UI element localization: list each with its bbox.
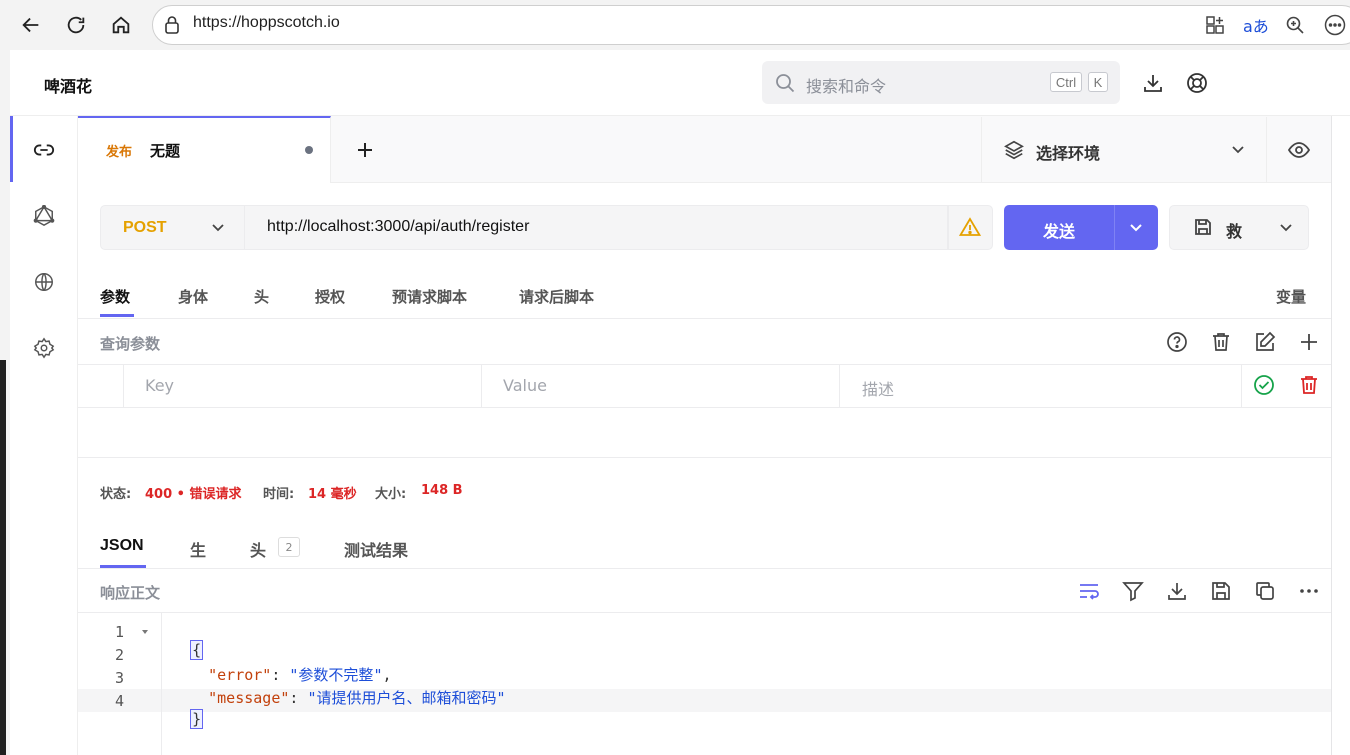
more-icon[interactable] [1324, 14, 1346, 36]
json-key: "message" [208, 689, 290, 707]
line-number: 4 [114, 692, 124, 710]
tab-name: 无题 [150, 142, 181, 160]
send-divider [1114, 205, 1115, 250]
status-value: 400 • 错误请求 [145, 487, 242, 502]
kbd-k: K [1088, 72, 1108, 92]
zoom-icon[interactable] [1285, 15, 1305, 35]
query-params-title: 查询参数 [100, 335, 161, 353]
download-icon[interactable] [1142, 72, 1164, 94]
unsaved-dot-icon[interactable] [305, 146, 313, 154]
status-label: 状态: [100, 487, 132, 502]
tab-pre-request-script[interactable]: 预请求脚本 [392, 286, 467, 307]
divider [78, 568, 1332, 569]
param-value-input[interactable]: Value [503, 376, 547, 395]
url-input-value[interactable]: http://localhost:3000/api/auth/register [267, 218, 529, 236]
tab-response-headers[interactable]: 头 [250, 537, 266, 561]
help-icon[interactable] [1166, 331, 1188, 353]
environment-label[interactable]: 选择环境 [1036, 140, 1100, 164]
save-options-chevron-icon[interactable] [1278, 221, 1294, 235]
graphql-icon[interactable] [31, 203, 57, 229]
size-value: 148 B [421, 483, 463, 498]
delete-row-icon[interactable] [1298, 374, 1320, 396]
warning-icon[interactable] [959, 217, 981, 237]
fold-arrow-icon[interactable] [140, 628, 150, 636]
save-response-icon[interactable] [1210, 580, 1232, 602]
cell-divider [839, 364, 840, 408]
copy-icon[interactable] [1254, 580, 1276, 602]
new-tab-plus-icon[interactable] [355, 140, 375, 160]
tab-body[interactable]: 身体 [178, 286, 208, 307]
more-options-icon[interactable] [1298, 580, 1320, 602]
tab-json[interactable]: JSON [100, 537, 144, 555]
send-options-chevron-icon[interactable] [1128, 221, 1144, 235]
chevron-down-icon[interactable] [1230, 143, 1246, 157]
save-label[interactable]: 救 [1226, 218, 1242, 242]
method-value[interactable]: POST [123, 219, 167, 237]
json-string: "请提供用户名、邮箱和密码" [307, 689, 506, 707]
tab-method-tag: 发布 [106, 145, 133, 160]
translate-icon[interactable]: aあ [1243, 13, 1269, 37]
add-param-icon[interactable] [1298, 331, 1320, 353]
active-tab-underline [100, 314, 134, 317]
time-value: 14 毫秒 [308, 487, 357, 502]
link-icon[interactable] [31, 137, 57, 163]
app-title: 啤酒花 [44, 77, 93, 96]
close-brace: } [190, 709, 204, 729]
eye-icon[interactable] [1287, 139, 1311, 161]
tab-variables[interactable]: 变量 [1276, 286, 1306, 307]
bulk-edit-icon[interactable] [1254, 331, 1276, 353]
download-response-icon[interactable] [1166, 580, 1188, 602]
divider [78, 612, 1332, 613]
settings-icon[interactable] [31, 335, 57, 361]
home-icon[interactable] [106, 10, 136, 40]
param-row [78, 364, 1332, 408]
param-description-input[interactable]: 描述 [862, 376, 894, 400]
search-icon [775, 73, 795, 93]
tab-params[interactable]: 参数 [100, 286, 130, 307]
divider [78, 457, 1332, 458]
code-line[interactable]: "message": "请提供用户名、邮箱和密码" [172, 669, 506, 708]
param-key-input[interactable]: Key [145, 376, 174, 395]
line-number: 1 [114, 623, 124, 641]
response-body-title: 响应正文 [100, 584, 161, 602]
globe-icon[interactable] [31, 269, 57, 295]
search-placeholder[interactable]: 搜索和命令 [806, 73, 886, 97]
back-arrow-icon[interactable] [16, 10, 46, 40]
save-icon[interactable] [1193, 217, 1213, 237]
divider [78, 318, 1332, 319]
cell-divider [481, 364, 482, 408]
time-label: 时间: [263, 487, 295, 502]
filter-icon[interactable] [1122, 580, 1144, 602]
window-edge-dark [0, 360, 6, 755]
cell-divider [123, 364, 124, 408]
code-line[interactable]: } [172, 692, 204, 729]
delete-all-icon[interactable] [1210, 331, 1232, 353]
headers-count-badge: 2 [278, 537, 300, 557]
layers-icon [1003, 139, 1025, 161]
tab-post-request-script[interactable]: 请求后脚本 [519, 286, 594, 307]
panel-edge [1331, 116, 1332, 755]
method-chevron-icon[interactable] [210, 221, 226, 235]
cell-divider [1241, 364, 1242, 408]
tab-test-results[interactable]: 测试结果 [344, 537, 408, 561]
split-tab-icon[interactable] [1205, 15, 1225, 35]
kbd-ctrl: Ctrl [1050, 72, 1082, 92]
line-number: 2 [114, 646, 124, 664]
tab-headers[interactable]: 头 [254, 286, 269, 307]
url-text[interactable]: https://hoppscotch.io [193, 14, 340, 32]
refresh-icon[interactable] [61, 10, 91, 40]
lock-icon[interactable] [163, 15, 181, 35]
line-number: 3 [114, 669, 124, 687]
send-label[interactable]: 发送 [1043, 218, 1075, 242]
rail-active-indicator [10, 116, 13, 182]
tab-authorization[interactable]: 授权 [315, 286, 345, 307]
tab-raw[interactable]: 生 [190, 537, 206, 561]
size-label: 大小: [375, 487, 407, 502]
support-icon[interactable] [1186, 72, 1208, 94]
wrap-lines-icon[interactable] [1078, 581, 1100, 601]
enabled-check-icon[interactable] [1253, 374, 1275, 396]
